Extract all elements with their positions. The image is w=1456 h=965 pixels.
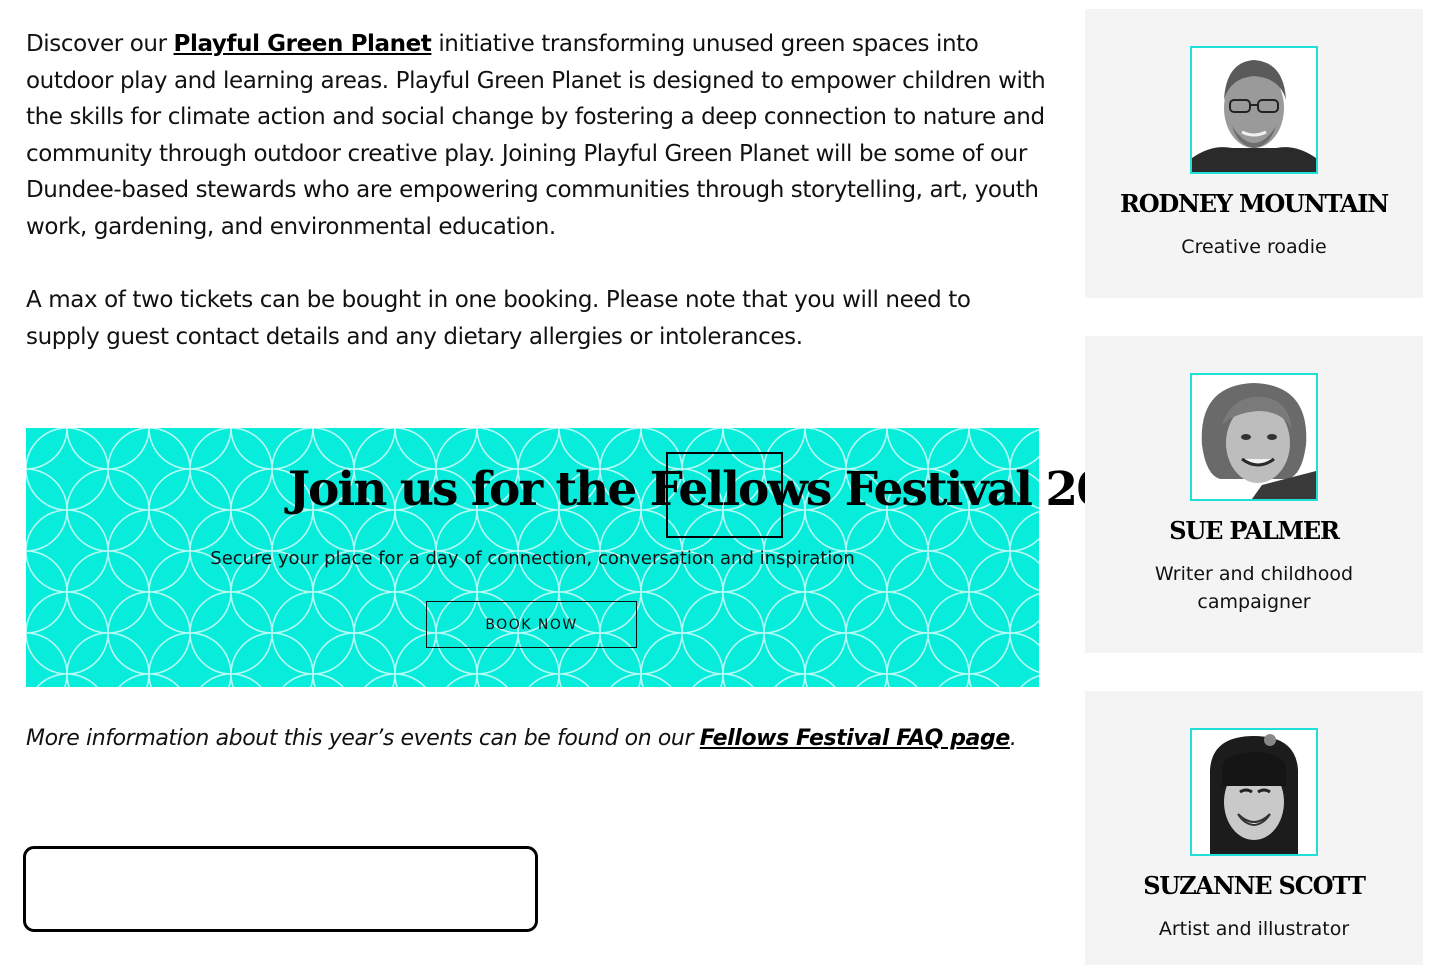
speaker-role: Writer and childhood campaigner (1154, 563, 1354, 613)
intro-text-rest: initiative transforming unused green spa… (26, 31, 1046, 240)
woman-portrait-icon (1190, 373, 1318, 501)
tickets-note: A max of two tickets can be bought in on… (26, 287, 971, 350)
speaker-card[interactable]: RODNEY MOUNTAIN Creative roadie (1085, 9, 1423, 298)
focus-highlight-box (666, 452, 783, 538)
more-info-start: More information about this year’s event… (26, 726, 700, 751)
speaker-name: SUE PALMER (1169, 516, 1340, 545)
intro-paragraph: Discover our Playful Green Planet initia… (26, 26, 1046, 245)
faq-page-link[interactable]: Fellows Festival FAQ page (700, 726, 1011, 751)
main-content: Discover our Playful Green Planet initia… (26, 26, 1046, 355)
woman-with-fringe-portrait-icon (1190, 728, 1318, 856)
speaker-role: Artist and illustrator (1158, 918, 1350, 940)
intro-text-start: Discover our (26, 31, 174, 57)
more-info-end: . (1009, 726, 1017, 751)
book-now-button[interactable]: BOOK NOW (426, 601, 637, 648)
speaker-card[interactable]: SUZANNE SCOTT Artist and illustrator (1085, 691, 1423, 965)
empty-input-box[interactable] (23, 846, 538, 932)
speaker-name: RODNEY MOUNTAIN (1119, 189, 1389, 218)
banner-subtitle: Secure your place for a day of connectio… (210, 548, 855, 569)
speaker-card[interactable]: SUE PALMER Writer and childhood campaign… (1085, 336, 1423, 653)
playful-green-planet-link[interactable]: Playful Green Planet (174, 31, 432, 57)
man-with-glasses-portrait-icon (1190, 46, 1318, 174)
speaker-name: SUZANNE SCOTT (1143, 871, 1366, 900)
more-info-text: More information about this year’s event… (26, 726, 1017, 751)
speaker-role: Creative roadie (1181, 236, 1327, 258)
